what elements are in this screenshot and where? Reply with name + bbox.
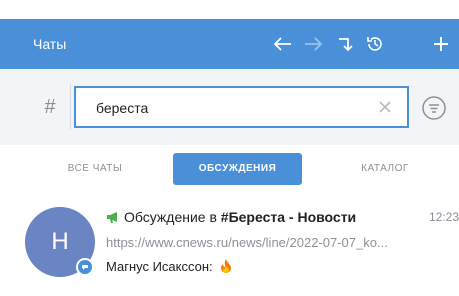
chat-sender: Магнус Исакссон:: [106, 259, 213, 274]
search-input[interactable]: [96, 98, 366, 118]
chat-title: Обсуждение в #Береста - Новости: [124, 208, 414, 226]
tab-discussions[interactable]: ОБСУЖДЕНИЯ: [173, 153, 302, 185]
close-icon[interactable]: [377, 99, 393, 115]
top-bar: Чаты: [0, 19, 459, 69]
back-arrow-icon[interactable]: [269, 30, 297, 58]
history-clock-icon[interactable]: [361, 30, 389, 58]
search-bar: #: [0, 70, 459, 145]
chat-sender-line: Магнус Исакссон:: [106, 258, 232, 276]
chat-title-hashtag[interactable]: #Береста - Новости: [221, 209, 356, 225]
megaphone-icon: [106, 210, 120, 224]
divider: [70, 84, 71, 130]
hashtag-prefix: #: [44, 96, 56, 118]
chat-preview: https://www.cnews.ru/news/line/2022-07-0…: [106, 235, 388, 250]
tab-bar: ВСЕ ЧАТЫ ОБСУЖДЕНИЯ КАТАЛОГ: [0, 153, 459, 185]
filter-list-icon[interactable]: [420, 94, 448, 122]
plus-icon[interactable]: [427, 30, 455, 58]
list-item[interactable]: Н Обсуждение в #Береста - Новости 12:23 …: [0, 196, 459, 288]
discussion-badge-icon: [76, 258, 94, 276]
jump-arrow-icon[interactable]: [331, 30, 359, 58]
fire-icon: [220, 259, 232, 273]
search-field: [74, 86, 409, 128]
chat-time: 12:23: [428, 210, 459, 224]
tab-all-chats[interactable]: ВСЕ ЧАТЫ: [40, 153, 150, 185]
chat-title-row: Обсуждение в #Береста - Новости 12:23: [106, 208, 459, 226]
page-title: Чаты: [33, 36, 67, 52]
tab-catalog[interactable]: КАТАЛОГ: [330, 153, 440, 185]
chat-title-prefix: Обсуждение в: [124, 209, 221, 225]
forward-arrow-icon[interactable]: [299, 30, 327, 58]
